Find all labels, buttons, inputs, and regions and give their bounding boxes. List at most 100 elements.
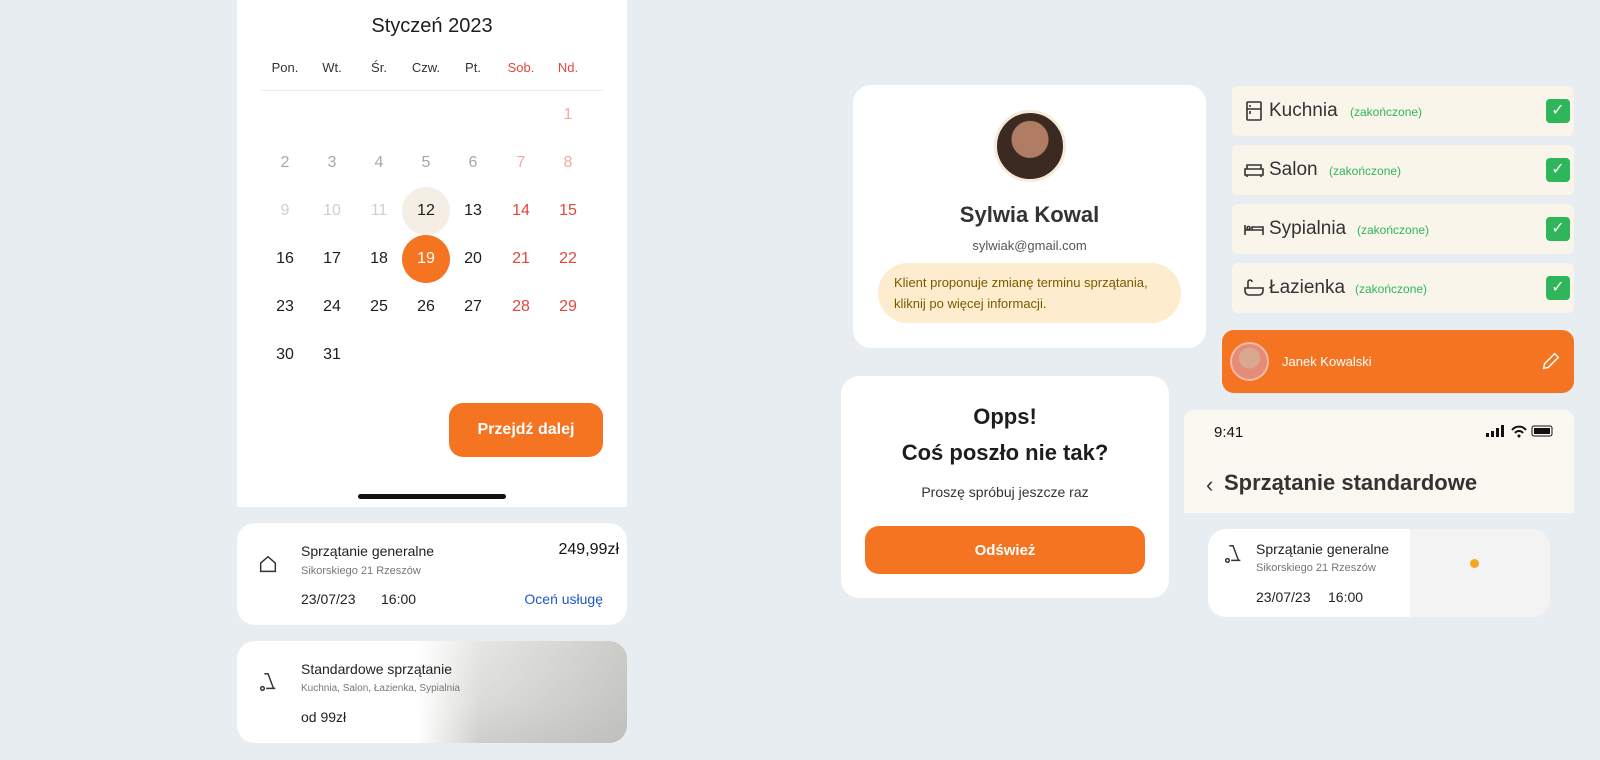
calendar-day[interactable]: 28 [497, 283, 545, 331]
calendar-day[interactable]: 17 [308, 235, 356, 283]
vacuum-icon [259, 673, 276, 691]
room-status: (zakończone) [1355, 282, 1428, 296]
check-icon[interactable]: ✓ [1546, 99, 1570, 123]
room-name: Salon [1269, 159, 1318, 180]
room-status: (zakończone) [1350, 105, 1423, 119]
calendar-day[interactable]: 22 [544, 235, 592, 283]
weekday-sat: Sob. [507, 60, 535, 75]
assigned-worker-bar[interactable]: Janek Kowalski [1222, 330, 1574, 393]
location-pin-icon [1470, 559, 1479, 568]
calendar-day[interactable]: 10 [308, 187, 356, 235]
weekday-wed: Śr. [371, 60, 387, 75]
service-detail-card[interactable]: Sprzątanie generalne Sikorskiego 21 Rzes… [1208, 529, 1550, 617]
sofa-icon [1244, 164, 1264, 177]
rate-service-link[interactable]: Oceń usługę [524, 591, 603, 607]
status-time: 9:41 [1214, 424, 1244, 441]
check-icon[interactable]: ✓ [1546, 276, 1570, 300]
calendar-day-today[interactable]: 12 [402, 187, 450, 235]
calendar-day[interactable]: 15 [544, 187, 592, 235]
calendar-day[interactable]: 4 [355, 139, 403, 187]
pencil-icon[interactable] [1540, 350, 1562, 372]
calendar-day-selected[interactable]: 19 [402, 235, 450, 283]
next-button[interactable]: Przejdź dalej [449, 403, 603, 457]
service-price: od 99zł [301, 709, 347, 725]
service-address: Sikorskiego 21 Rzeszów [1256, 562, 1376, 574]
room-name: Łazienka [1269, 277, 1346, 298]
room-name: Sypialnia [1269, 218, 1347, 239]
weekday-sun: Nd. [557, 60, 579, 75]
phone-header: 9:41 ‹ Sprzątanie standardowe [1184, 410, 1574, 513]
calendar-day[interactable]: 14 [497, 187, 545, 235]
calendar-panel: Styczeń 2023 Pon. Wt. Śr. Czw. Pt. Sob. … [237, 0, 627, 507]
error-subtitle: Coś poszło nie tak? [901, 440, 1109, 465]
service-title: Sprzątanie generalne [301, 543, 435, 559]
calendar-day[interactable]: 6 [449, 139, 497, 187]
calendar-day[interactable]: 23 [261, 283, 309, 331]
reschedule-notice[interactable]: Klient proponuje zmianę terminu sprzątan… [878, 263, 1181, 323]
bathtub-icon [1244, 279, 1264, 296]
room-item-kitchen[interactable]: Kuchnia (zakończone) ✓ [1232, 86, 1574, 136]
status-bar-icons [1486, 425, 1553, 438]
service-price: 249,99zł [558, 541, 620, 558]
weekday-fri: Pt. [465, 60, 481, 75]
map[interactable] [1410, 529, 1550, 617]
check-icon[interactable]: ✓ [1546, 217, 1570, 241]
client-email: sylwiak@gmail.com [972, 238, 1087, 253]
calendar-day[interactable]: 27 [449, 283, 497, 331]
page-title: Sprzątanie standardowe [1224, 470, 1478, 495]
service-date: 23/07/23 [1256, 589, 1311, 605]
vacuum-icon [1224, 545, 1241, 563]
calendar-day[interactable]: 1 [544, 91, 592, 139]
client-profile-card: Sylwia Kowal sylwiak@gmail.com Klient pr… [853, 85, 1206, 348]
calendar-day[interactable]: 21 [497, 235, 545, 283]
service-date: 23/07/23 [301, 591, 356, 607]
service-card-general[interactable]: Sprzątanie generalne Sikorskiego 21 Rzes… [237, 523, 627, 625]
room-status: (zakończone) [1357, 223, 1430, 237]
calendar-day[interactable]: 9 [261, 187, 309, 235]
service-title: Standardowe sprzątanie [301, 661, 452, 677]
weekday-tue: Wt. [322, 60, 342, 75]
calendar-day[interactable]: 5 [402, 139, 450, 187]
refresh-button[interactable]: Odśwież [865, 526, 1145, 574]
back-chevron-icon[interactable]: ‹ [1206, 472, 1213, 498]
calendar-month-title: Styczeń 2023 [371, 15, 493, 37]
calendar-day[interactable]: 13 [449, 187, 497, 235]
calendar-day[interactable]: 7 [497, 139, 545, 187]
service-time: 16:00 [381, 591, 417, 607]
worker-name: Janek Kowalski [1282, 354, 1372, 369]
error-message: Proszę spróbuj jeszcze raz [921, 484, 1089, 500]
calendar-day[interactable]: 24 [308, 283, 356, 331]
error-card: Opps! Coś poszło nie tak? Proszę spróbuj… [841, 376, 1169, 598]
avatar [1230, 342, 1269, 381]
room-item-living-room[interactable]: Salon (zakończone) ✓ [1232, 145, 1574, 195]
room-name: Kuchnia [1269, 100, 1338, 121]
calendar-day[interactable]: 11 [355, 187, 403, 235]
weekday-mon: Pon. [271, 60, 299, 75]
calendar-day[interactable]: 8 [544, 139, 592, 187]
home-indicator [358, 494, 506, 499]
calendar-day[interactable]: 31 [308, 331, 356, 379]
service-time: 16:00 [1328, 589, 1364, 605]
service-rooms: Kuchnia, Salon, Łazienka, Sypialnia [301, 683, 460, 694]
calendar-day[interactable]: 30 [261, 331, 309, 379]
calendar-day[interactable]: 26 [402, 283, 450, 331]
error-title: Opps! [973, 404, 1037, 429]
service-card-standard[interactable]: Standardowe sprzątanie Kuchnia, Salon, Ł… [237, 641, 627, 743]
check-icon[interactable]: ✓ [1546, 158, 1570, 182]
house-icon [259, 555, 277, 573]
room-item-bedroom[interactable]: Sypialnia (zakończone) ✓ [1232, 204, 1574, 254]
room-item-bathroom[interactable]: Łazienka (zakończone) ✓ [1232, 263, 1574, 313]
calendar-day[interactable]: 25 [355, 283, 403, 331]
calendar-day[interactable]: 16 [261, 235, 309, 283]
service-address: Sikorskiego 21 Rzeszów [301, 565, 421, 577]
calendar-day[interactable]: 20 [449, 235, 497, 283]
calendar-day[interactable]: 18 [355, 235, 403, 283]
calendar-day[interactable]: 29 [544, 283, 592, 331]
calendar-day[interactable]: 3 [308, 139, 356, 187]
weekday-thu: Czw. [411, 60, 441, 75]
calendar-day[interactable]: 2 [261, 139, 309, 187]
divider [261, 90, 603, 91]
avatar [994, 110, 1066, 182]
fridge-icon [1246, 101, 1262, 121]
bed-icon [1244, 225, 1264, 235]
